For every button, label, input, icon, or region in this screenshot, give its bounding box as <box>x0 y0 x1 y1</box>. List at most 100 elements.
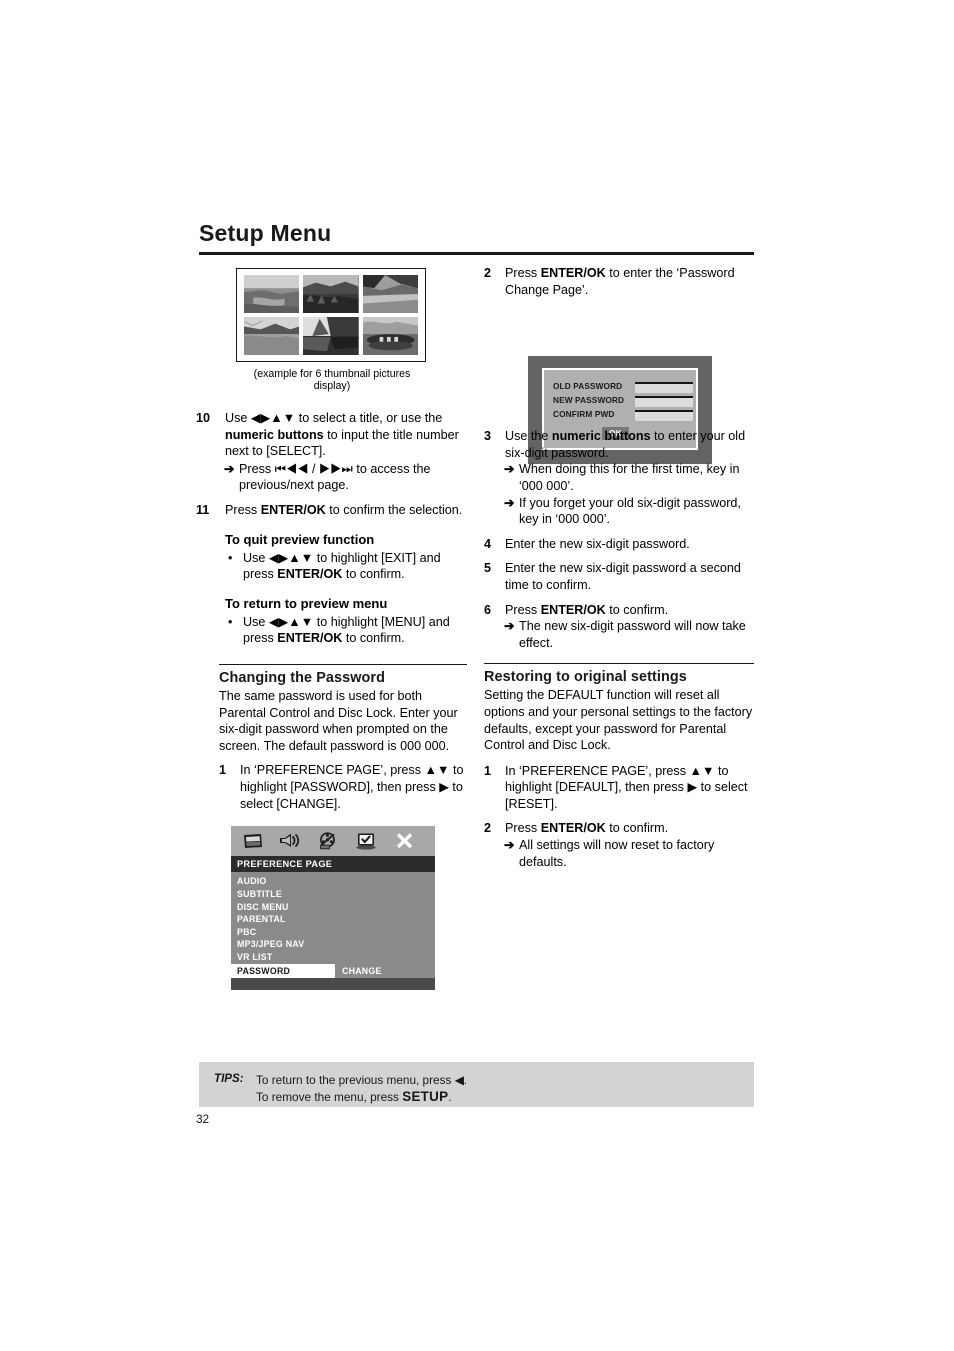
thumbnail-image-2 <box>303 275 359 313</box>
section-body: The same password is used for both Paren… <box>219 688 458 753</box>
step-11-text-a: Press <box>225 502 261 517</box>
return-preview-heading: To return to preview menu <box>225 595 388 611</box>
osd-item-password-value[interactable]: CHANGE <box>335 964 427 979</box>
step-number: 4 <box>484 536 492 551</box>
step-text-a: In ‘PREFERENCE PAGE’, press <box>240 763 425 778</box>
glyph-separator: / <box>308 461 320 476</box>
tips-label: TIPS: <box>214 1072 244 1085</box>
monitor-preference-icon[interactable] <box>355 831 377 851</box>
new-password-row: NEW PASSWORD <box>553 395 693 408</box>
numeric-buttons-label: numeric buttons <box>551 429 651 444</box>
step-11-text-b: to confirm the selection. <box>325 502 463 517</box>
step-3-note-1: ➔ When doing this for the first time, ke… <box>504 461 754 494</box>
next-track-icon: ▶▶⏭ <box>319 461 353 476</box>
osd-item-mp3-jpeg-nav[interactable]: MP3/JPEG NAV <box>231 938 435 951</box>
page-header: Setup Menu <box>199 221 754 256</box>
osd-item-vr-list[interactable]: VR LIST <box>231 951 435 964</box>
step-number: 2 <box>484 821 492 836</box>
osd-item-disc-menu[interactable]: DISC MENU <box>231 900 435 913</box>
new-password-label: NEW PASSWORD <box>553 395 625 406</box>
tips-line-1: To return to the previous menu, press ◀. <box>256 1072 467 1089</box>
changing-password-step-1: 1 In ‘PREFERENCE PAGE’, press ▲▼ to high… <box>219 762 467 812</box>
quit-preview-heading: To quit preview function <box>225 531 375 547</box>
step-2: 2 Press ENTER/OK to enter the ‘Password … <box>484 265 754 298</box>
arrow-right-icon: ▶ <box>687 780 698 795</box>
step-number: 1 <box>484 763 492 778</box>
close-x-icon[interactable] <box>393 831 415 851</box>
step-text-b: to confirm. <box>605 821 669 836</box>
step-6-text-b: to confirm. <box>605 602 669 617</box>
osd-item-parental[interactable]: PARENTAL <box>231 913 435 926</box>
arrow-right-icon: ➔ <box>504 495 515 510</box>
new-password-field[interactable] <box>635 396 693 408</box>
old-password-label: OLD PASSWORD <box>553 381 623 392</box>
speaker-audio-icon[interactable] <box>279 831 301 851</box>
arrow-left-icon: ◀ <box>454 1073 464 1087</box>
tips-box: TIPS: To return to the previous menu, pr… <box>199 1062 754 1107</box>
tips-line-2: To remove the menu, press SETUP. <box>256 1089 467 1106</box>
arrow-right-icon: ➔ <box>504 619 515 634</box>
right-column: 2 Press ENTER/OK to enter the ‘Password … <box>484 265 754 878</box>
tips-content: To return to the previous menu, press ◀.… <box>256 1072 467 1105</box>
osd-item-password-label: PASSWORD <box>231 964 335 979</box>
arrow-right-icon: ➔ <box>504 838 515 853</box>
step-6-note: ➔ The new six-digit password will now ta… <box>504 618 754 651</box>
bullet-dot-icon: • <box>228 550 233 565</box>
numeric-buttons-label: numeric buttons <box>225 427 324 442</box>
step-6: 6 Press ENTER/OK to confirm. ➔ The new s… <box>484 602 754 652</box>
bullet-text-a: Use <box>243 614 269 629</box>
osd-item-pbc[interactable]: PBC <box>231 925 435 938</box>
step-5-text: Enter the new six-digit password a secon… <box>505 561 741 592</box>
restoring-step-2-note: ➔ All settings will now reset to factory… <box>504 837 754 870</box>
osd-item-password-row[interactable]: PASSWORD CHANGE <box>231 964 435 979</box>
note-text-a: Press <box>239 461 275 476</box>
step-number: 10 <box>196 411 211 425</box>
step-number: 2 <box>484 266 492 280</box>
page-number: 32 <box>196 1112 210 1126</box>
enter-ok-label: ENTER/OK <box>277 567 343 582</box>
bullet-dot-icon: • <box>228 614 233 629</box>
tips-line-2-end: . <box>448 1089 452 1104</box>
old-password-field[interactable] <box>635 382 693 394</box>
restoring-step-1: 1 In ‘PREFERENCE PAGE’, press ▲▼ to high… <box>484 763 754 813</box>
step-text-a: In ‘PREFERENCE PAGE’, press <box>505 763 690 778</box>
direction-arrows-icon: ◀▶▲▼ <box>268 614 314 629</box>
note-text: When doing this for the first time, key … <box>519 462 740 493</box>
thumbnail-image-5 <box>303 317 359 355</box>
preference-page-osd: PREFERENCE PAGE AUDIO SUBTITLE DISC MENU… <box>231 826 435 991</box>
step-number: 3 <box>484 429 492 444</box>
step-text-a: Press <box>505 821 541 836</box>
film-reel-disabled-icon[interactable] <box>317 831 339 851</box>
step-number: 11 <box>196 502 210 517</box>
enter-ok-label: ENTER/OK <box>540 266 606 280</box>
step-number: 1 <box>219 763 227 778</box>
confirm-pwd-field[interactable] <box>635 410 693 422</box>
enter-ok-label: ENTER/OK <box>540 602 606 617</box>
step-3-text-a: Use the <box>505 429 552 444</box>
thumbnail-image-4 <box>244 317 300 355</box>
section-heading: Changing the Password <box>219 669 386 686</box>
step-number: 5 <box>484 561 492 576</box>
changing-password-section: Changing the Password The same password … <box>219 663 467 812</box>
bullet-text-c: to confirm. <box>342 567 405 582</box>
step-3: 3 Use the numeric buttons to enter your … <box>484 428 754 528</box>
thumbnail-image-6 <box>362 317 418 355</box>
restoring-settings-section: Restoring to original settings Setting t… <box>484 663 754 870</box>
thumbnail-caption: (example for 6 thumbnail pictures displa… <box>253 368 411 392</box>
enter-ok-label: ENTER/OK <box>540 821 606 836</box>
step-10-note: ➔ Press ⏮◀◀ / ▶▶⏭ to access the previous… <box>224 461 467 494</box>
osd-item-audio[interactable]: AUDIO <box>231 875 435 888</box>
step-4-text: Enter the new six-digit password. <box>505 536 690 551</box>
osd-icon-bar <box>231 826 435 857</box>
old-password-row: OLD PASSWORD <box>553 381 693 394</box>
step-10: 10 Use ◀▶▲▼ to select a title, or use th… <box>196 410 467 494</box>
step-4: 4 Enter the new six-digit password. <box>484 536 754 553</box>
osd-item-subtitle[interactable]: SUBTITLE <box>231 888 435 901</box>
confirm-pwd-label: CONFIRM PWD <box>553 409 615 420</box>
step-6-text-a: Press <box>505 602 541 617</box>
thumbnail-figure: (example for 6 thumbnail pictures displa… <box>236 268 430 392</box>
enter-ok-label: ENTER/OK <box>260 502 326 517</box>
tv-screen-icon[interactable] <box>241 831 263 851</box>
quit-preview-bullet: • Use ◀▶▲▼ to highlight [EXIT] and press… <box>225 550 467 583</box>
tips-line-1-end: . <box>463 1073 468 1087</box>
